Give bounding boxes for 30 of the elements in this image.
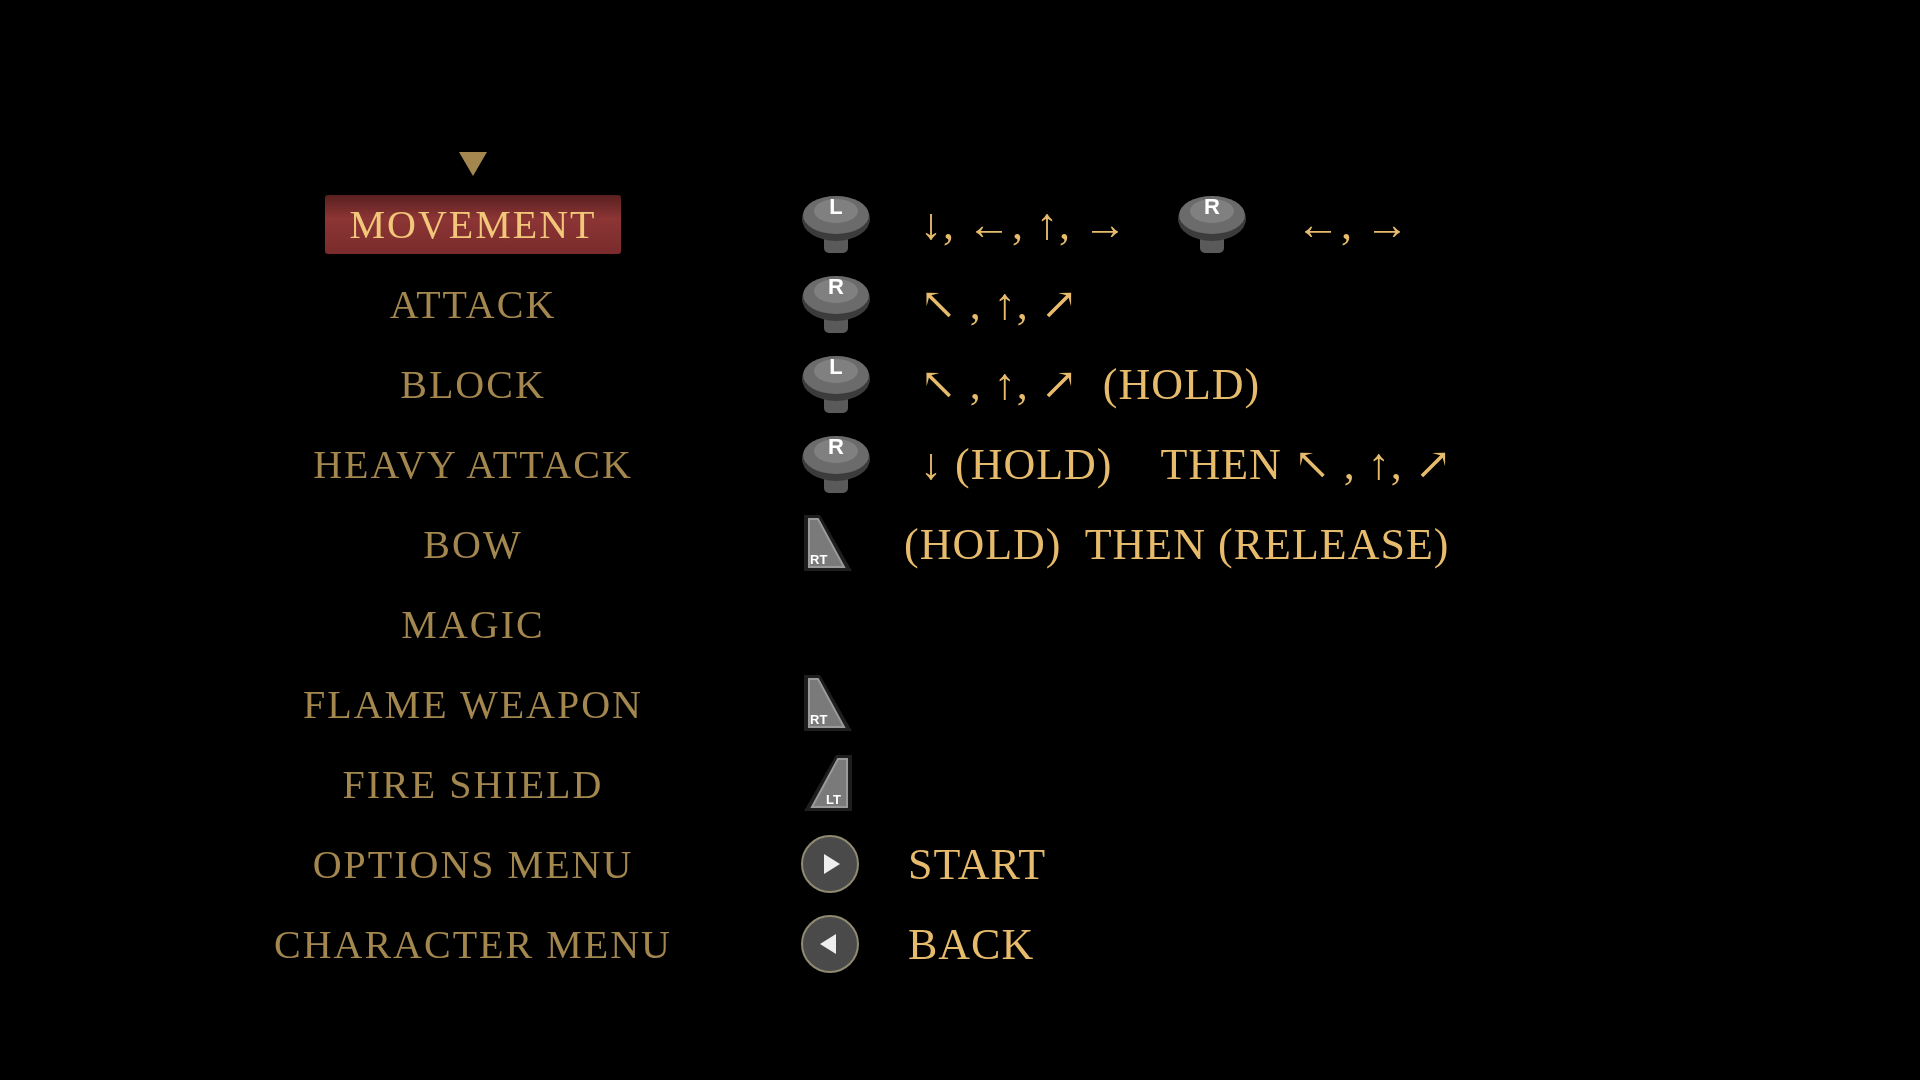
play-button-icon <box>800 834 860 894</box>
stick-letter: L <box>828 195 844 219</box>
input-instruction: ↓ (HOLD) <box>920 438 1113 490</box>
input-instruction: ↖ , ↑, ↗ (HOLD) <box>920 359 1261 410</box>
input-instruction: THEN ↖ , ↑, ↗ <box>1160 439 1453 490</box>
input-instruction: START <box>908 838 1047 890</box>
menu-item[interactable]: BLOCK <box>376 354 570 414</box>
input-instruction: BACK <box>908 918 1035 970</box>
stick-letter: R <box>827 435 845 459</box>
stick-letter: R <box>1203 195 1221 219</box>
menu-item[interactable]: MAGIC <box>377 594 569 654</box>
menu-item[interactable]: BOW <box>399 514 547 574</box>
menu-item[interactable]: OPTIONS MENU <box>288 834 658 894</box>
menu-item[interactable]: MOVEMENT <box>325 194 621 254</box>
trigger-label: RT <box>810 553 828 567</box>
back-button-icon <box>800 914 860 974</box>
input-instruction: ↓, ←, ↑, → <box>920 198 1128 250</box>
menu-item[interactable]: CHARACTER MENU <box>250 914 696 974</box>
stick-letter: R <box>827 275 845 299</box>
input-instruction: ←, → <box>1296 198 1410 250</box>
menu-item[interactable]: FIRE SHIELD <box>318 754 628 814</box>
menu-item[interactable]: FLAME WEAPON <box>279 674 667 734</box>
stick-letter: L <box>828 355 844 379</box>
trigger-label: LT <box>826 793 841 807</box>
input-instruction: (HOLD) THEN (RELEASE) <box>904 518 1450 570</box>
menu-item[interactable]: ATTACK <box>365 274 581 334</box>
down-triangle-icon <box>459 152 487 176</box>
trigger-label: RT <box>810 713 828 727</box>
input-instruction: ↖ , ↑, ↗ <box>920 279 1079 330</box>
menu-item[interactable]: HEAVY ATTACK <box>289 434 657 494</box>
